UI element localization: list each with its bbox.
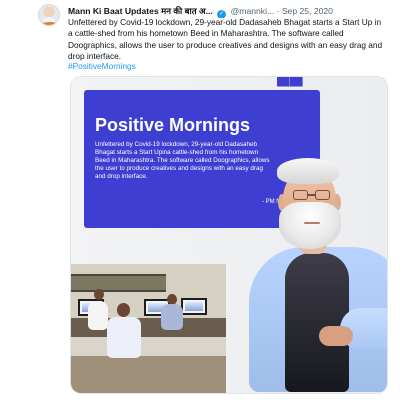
author-handle[interactable]: @mannki... bbox=[231, 6, 275, 16]
avatar-robe bbox=[41, 22, 59, 25]
tweet-media[interactable]: ❝ ❞ Positive Mornings Unfettered by Covi… bbox=[70, 76, 388, 394]
open-quote-icon: ❝ bbox=[272, 76, 306, 124]
portrait-vest bbox=[285, 253, 349, 392]
card-text: Unfettered by Covid-19 lockdown, 29-year… bbox=[95, 141, 270, 180]
card-title: Positive Mornings bbox=[95, 115, 251, 135]
portrait-glasses-left bbox=[293, 190, 308, 200]
monitor-screen bbox=[185, 302, 203, 311]
portrait-glasses-right bbox=[315, 190, 330, 200]
close-quote-icon: ❞ bbox=[82, 191, 117, 266]
photo-window bbox=[71, 274, 166, 292]
tweet-date[interactable]: Sep 25, 2020 bbox=[282, 6, 333, 16]
leader-portrait bbox=[249, 148, 387, 393]
person-head bbox=[94, 289, 104, 300]
tweet-header: Mann Ki Baat Updates मन की बात अ... ✓ @m… bbox=[68, 4, 393, 18]
team-photo bbox=[71, 262, 226, 393]
portrait-hair bbox=[277, 158, 339, 184]
person-head bbox=[117, 303, 130, 317]
photo-floor bbox=[71, 356, 226, 393]
person-seated bbox=[88, 301, 108, 330]
author-name[interactable]: Mann Ki Baat Updates मन की बात अ... bbox=[68, 6, 213, 16]
portrait-mouth bbox=[304, 222, 320, 224]
tweet-text: Unfettered by Covid-19 lockdown, 29-year… bbox=[68, 17, 383, 61]
person-seated bbox=[161, 304, 183, 330]
portrait-glasses-bridge bbox=[307, 194, 315, 196]
computer-monitor-icon bbox=[181, 298, 207, 315]
profile-avatar[interactable] bbox=[38, 4, 60, 26]
separator-dot: · bbox=[276, 6, 280, 16]
hashtag-link[interactable]: #PositiveMornings bbox=[68, 61, 136, 72]
person-main bbox=[107, 317, 141, 358]
portrait-beard bbox=[279, 202, 341, 249]
tweet-card[interactable]: Mann Ki Baat Updates मन की बात अ... ✓ @m… bbox=[0, 0, 400, 400]
portrait-hand bbox=[319, 326, 353, 346]
